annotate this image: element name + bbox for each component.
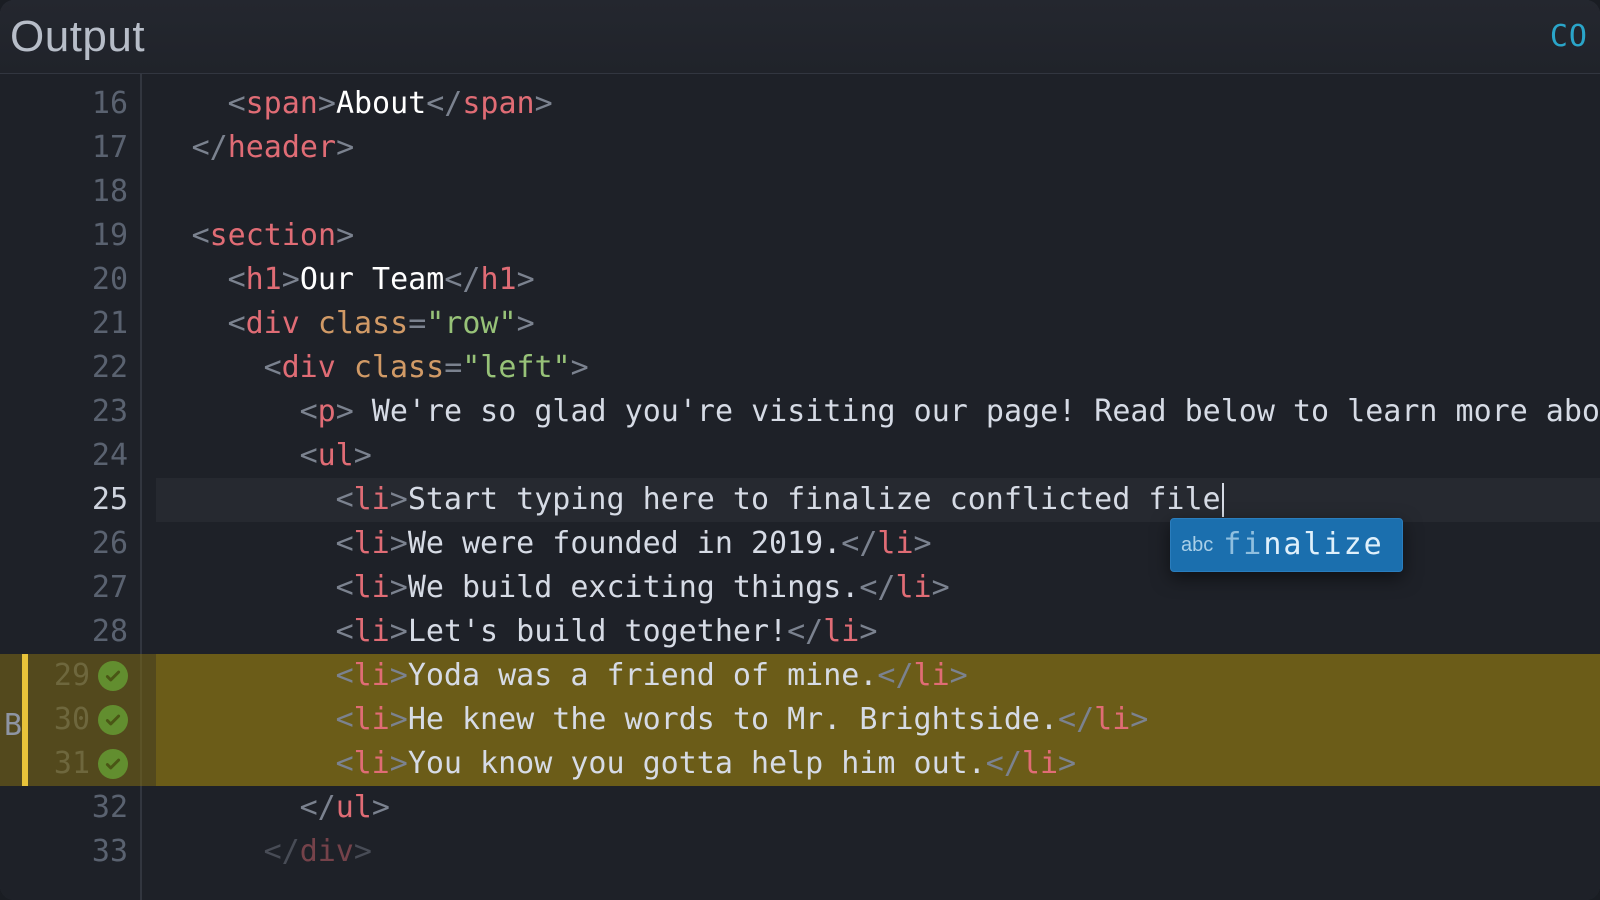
code-line[interactable]: <ul> <box>156 434 1600 478</box>
line-number[interactable]: 29 <box>22 654 132 698</box>
panel-title: Output <box>10 12 145 62</box>
autocomplete-kind-icon: abc <box>1181 523 1213 567</box>
code-line[interactable] <box>156 170 1600 214</box>
code-line[interactable]: <p> We're so glad you're visiting our pa… <box>156 390 1600 434</box>
line-number[interactable]: 17 <box>22 126 132 170</box>
autocomplete-popup[interactable]: abc finalize <box>1170 518 1403 572</box>
line-number[interactable]: 21 <box>22 302 132 346</box>
code-line[interactable]: </ul> <box>156 786 1600 830</box>
line-number[interactable]: 16 <box>22 82 132 126</box>
editor-panel: Output CO B 1617181920212223242526272829… <box>0 0 1600 900</box>
text-caret <box>1222 483 1224 517</box>
line-number[interactable]: 26 <box>22 522 132 566</box>
titlebar: Output CO <box>0 0 1600 74</box>
code-line[interactable]: <h1>Our Team</h1> <box>156 258 1600 302</box>
change-bar <box>22 654 28 786</box>
code-line[interactable]: </div> <box>156 830 1600 874</box>
code-line[interactable]: <li>We build exciting things.</li> <box>156 566 1600 610</box>
code-editor[interactable]: B 161718192021222324252627282930313233 <… <box>0 74 1600 900</box>
code-line[interactable]: <li>Start typing here to finalize confli… <box>156 478 1600 522</box>
conflict-marker: B <box>4 704 22 748</box>
line-number[interactable]: 23 <box>22 390 132 434</box>
line-number[interactable]: 28 <box>22 610 132 654</box>
accept-check-icon[interactable] <box>98 705 128 735</box>
code-line[interactable]: <section> <box>156 214 1600 258</box>
line-number[interactable]: 33 <box>22 830 132 874</box>
line-number[interactable]: 27 <box>22 566 132 610</box>
line-number[interactable]: 24 <box>22 434 132 478</box>
line-number[interactable]: 31 <box>22 742 132 786</box>
autocomplete-suggestion[interactable]: finalize <box>1223 523 1384 567</box>
accept-check-icon[interactable] <box>98 661 128 691</box>
line-number[interactable]: 32 <box>22 786 132 830</box>
line-number[interactable]: 19 <box>22 214 132 258</box>
code-line[interactable]: <div class="left"> <box>156 346 1600 390</box>
panel-link[interactable]: CO <box>1550 19 1588 54</box>
line-number[interactable]: 18 <box>22 170 132 214</box>
code-line[interactable]: <li>He knew the words to Mr. Brightside.… <box>156 698 1600 742</box>
line-number-gutter: 161718192021222324252627282930313233 <box>22 74 140 900</box>
code-line[interactable]: <li>Yoda was a friend of mine.</li> <box>156 654 1600 698</box>
line-number[interactable]: 30 <box>22 698 132 742</box>
gutter-rule <box>140 74 142 900</box>
line-number[interactable]: 20 <box>22 258 132 302</box>
code-line[interactable]: <li>Let's build together!</li> <box>156 610 1600 654</box>
line-number[interactable]: 22 <box>22 346 132 390</box>
code-line[interactable]: <li>You know you gotta help him out.</li… <box>156 742 1600 786</box>
code-line[interactable]: <div class="row"> <box>156 302 1600 346</box>
marker-column: B <box>0 74 22 900</box>
code-area[interactable]: <span>About</span></header> <section><h1>… <box>156 74 1600 900</box>
line-number[interactable]: 25 <box>22 478 132 522</box>
accept-check-icon[interactable] <box>98 749 128 779</box>
code-line[interactable]: <span>About</span> <box>156 82 1600 126</box>
code-line[interactable]: </header> <box>156 126 1600 170</box>
